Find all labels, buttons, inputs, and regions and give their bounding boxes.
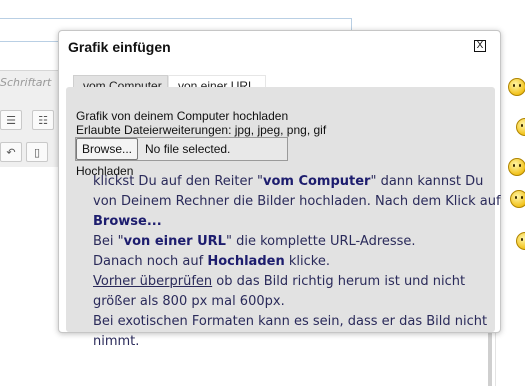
file-status-text: No file selected. xyxy=(145,142,231,156)
help-text-segment: klickst Du auf den Reiter " xyxy=(93,174,263,189)
browse-button[interactable]: Browse... xyxy=(76,138,139,160)
help-paragraph: Bei "von einer URL" die komplette URL-Ad… xyxy=(93,232,503,252)
copy-icon: ▯ xyxy=(26,142,48,162)
help-underlined-text: Vorher überprüfen xyxy=(93,274,213,289)
help-text-segment: Danach noch auf xyxy=(93,254,208,269)
help-emphasis: von einer URL xyxy=(123,234,226,249)
file-input[interactable]: Browse... No file selected. xyxy=(75,137,288,161)
smiley-icon xyxy=(508,78,525,96)
help-paragraph: Danach noch auf Hochladen klicke. xyxy=(93,252,503,272)
smiley-icon xyxy=(516,118,525,136)
help-emphasis: Hochladen xyxy=(207,254,285,269)
help-paragraph: Vorher überprüfen ob das Bild richtig he… xyxy=(93,272,503,312)
undo-icon: ↶ xyxy=(0,142,22,162)
help-text-segment: klicke. xyxy=(284,254,330,269)
help-paragraph: klickst Du auf den Reiter "vom Computer"… xyxy=(93,172,503,232)
help-text-segment: " die komplette URL-Adresse. xyxy=(225,234,416,249)
help-paragraph: Bei exotischen Formaten kann es sein, da… xyxy=(93,314,488,349)
upload-heading: Grafik von deinem Computer hochladen xyxy=(76,109,289,123)
smiley-icon xyxy=(516,232,525,250)
background-font-select: Schriftart xyxy=(0,76,52,89)
smiley-icon xyxy=(510,190,525,208)
help-text: klickst Du auf den Reiter "vom Computer "… xyxy=(93,172,503,352)
allowed-extensions-text: Erlaubte Dateierweiterungen: jpg, jpeg, … xyxy=(76,123,327,137)
smiley-icon xyxy=(508,158,525,176)
help-emphasis: Browse... xyxy=(93,214,162,229)
align-right-icon: ☰ xyxy=(0,110,22,130)
help-text-segment: Bei " xyxy=(93,234,124,249)
close-button[interactable]: X xyxy=(474,40,486,52)
help-emphasis: vom Computer xyxy=(262,174,371,189)
list-icon: ☷ xyxy=(32,110,54,130)
dialog-title: Grafik einfügen xyxy=(68,39,171,55)
